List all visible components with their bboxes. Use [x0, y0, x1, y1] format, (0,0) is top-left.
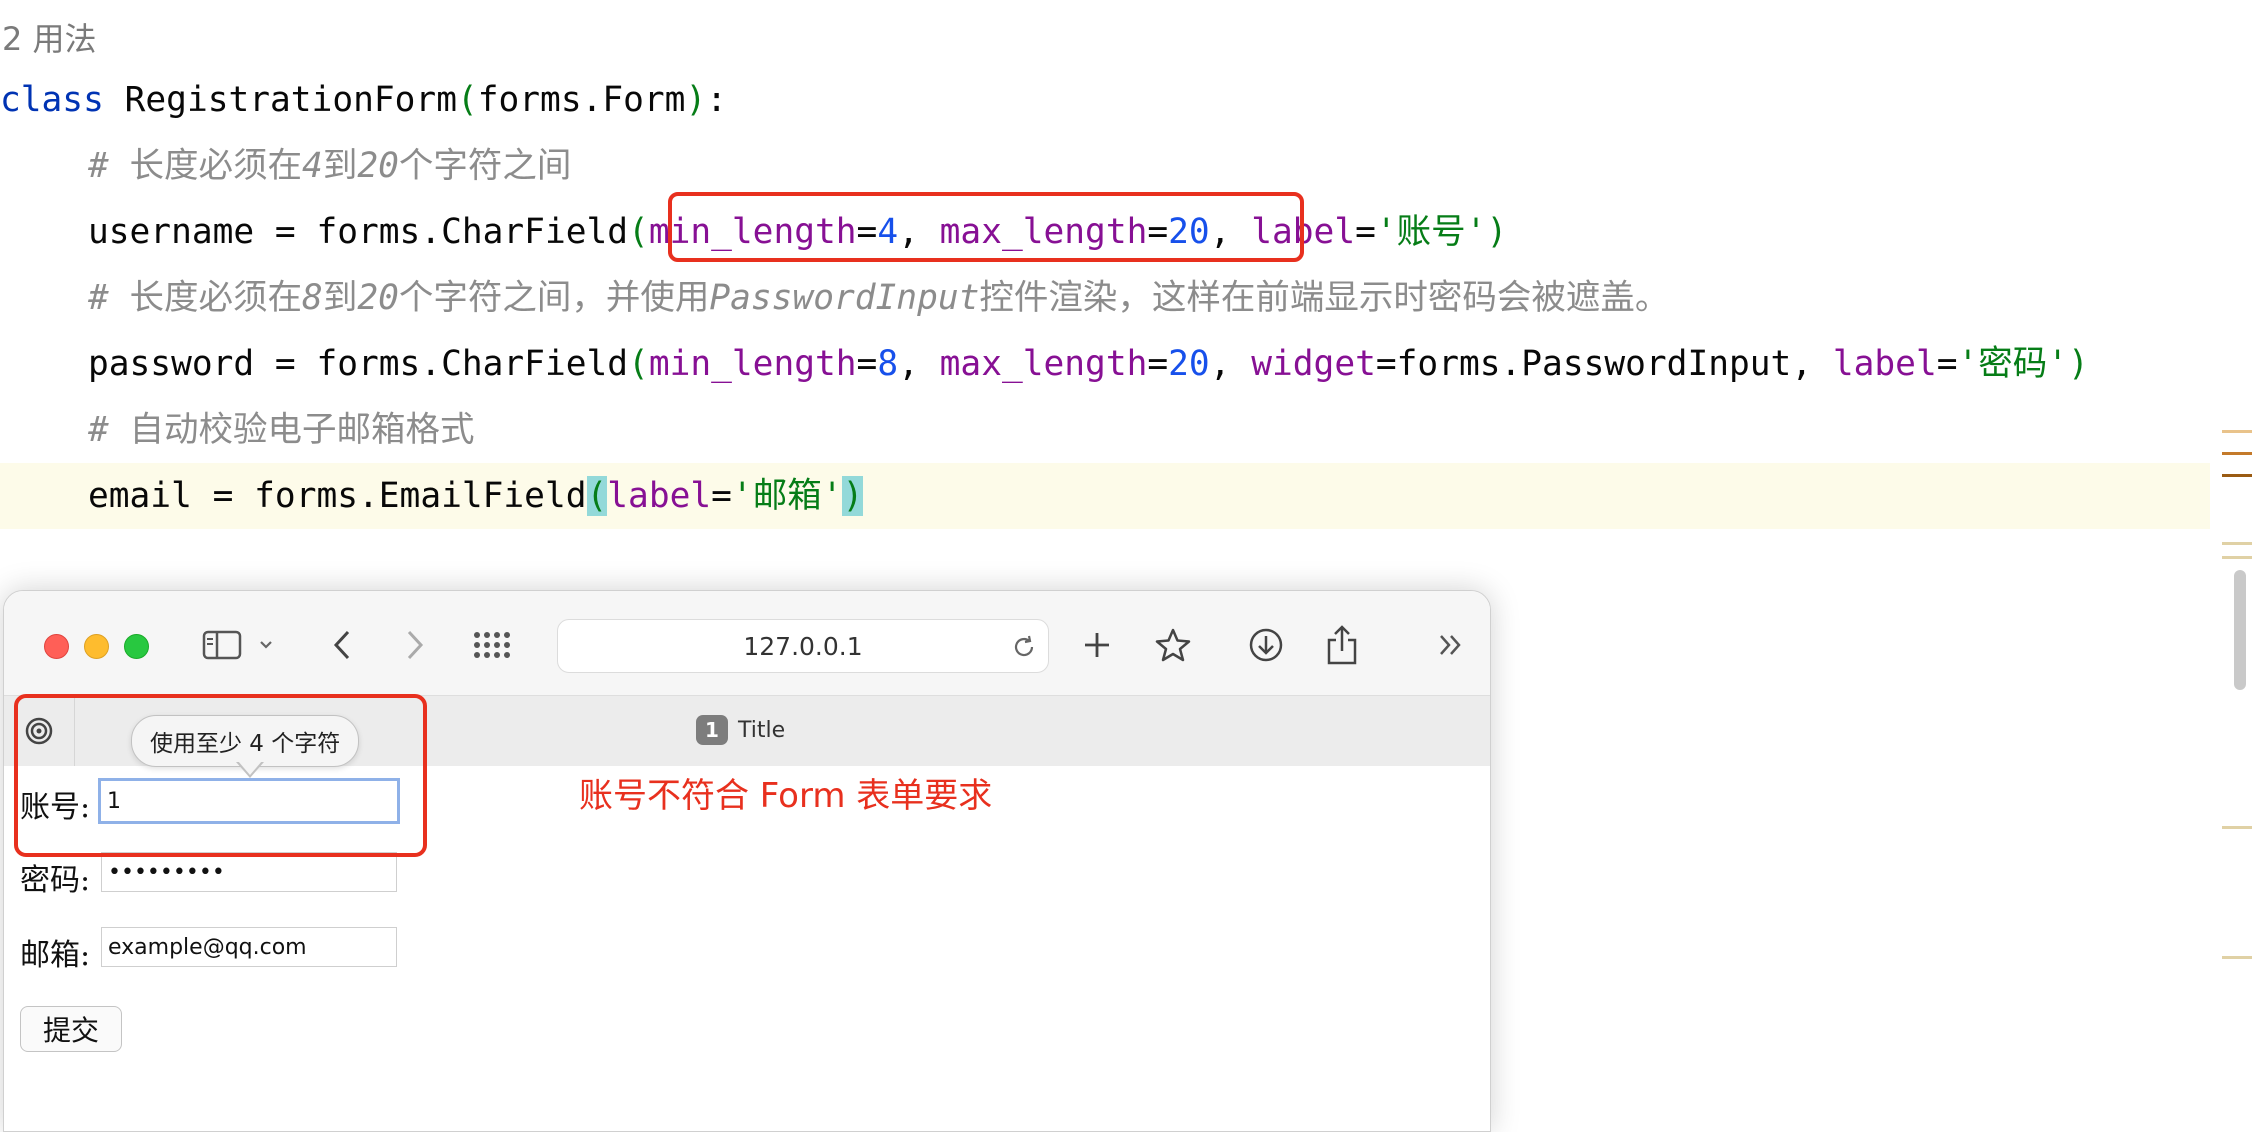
usages-hint[interactable]: 2 用法: [2, 14, 97, 60]
username-error-highlight-box: [14, 694, 427, 857]
keyword-class: class: [0, 80, 104, 120]
tab-active[interactable]: 1 Title: [696, 712, 785, 748]
paren-open: (: [628, 344, 649, 384]
paren-open-highlighted: (: [586, 476, 608, 516]
comment-text: 控件渲染，这样在前端显示时密码会被遮盖。: [979, 278, 1670, 318]
paren-close: ): [685, 80, 707, 120]
colon: :: [706, 80, 728, 120]
param-label: label: [1832, 344, 1937, 384]
gutter-mark[interactable]: [2222, 430, 2252, 433]
separator: ,: [1791, 344, 1833, 384]
email-assignment: email = forms.EmailField: [88, 476, 587, 516]
value-label: '密码': [1957, 344, 2069, 384]
paren-open: (: [628, 212, 649, 252]
download-icon[interactable]: [1246, 621, 1286, 669]
comment-number: 4: [302, 146, 323, 186]
share-icon[interactable]: [1322, 621, 1362, 669]
forward-icon[interactable]: [400, 621, 430, 669]
minimize-window-button[interactable]: [84, 634, 109, 659]
comment-number: 20: [357, 278, 399, 318]
comment-hash: #: [88, 278, 130, 318]
code-line-comment-username[interactable]: # 长度必须在4到20个字符之间: [88, 133, 571, 199]
email-label: 邮箱:: [20, 938, 91, 973]
paren-close-highlighted: ): [842, 476, 864, 516]
paren-close: ): [1486, 212, 1508, 252]
equals: =: [1375, 344, 1397, 384]
equals: =: [711, 476, 732, 516]
reload-icon[interactable]: [1010, 633, 1038, 667]
equals: =: [1355, 212, 1376, 252]
new-tab-plus-icon[interactable]: [1077, 621, 1117, 669]
gutter-mark[interactable]: [2222, 474, 2252, 477]
value-label: '账号': [1375, 212, 1487, 252]
code-line-comment-email[interactable]: # 自动校验电子邮箱格式: [88, 397, 475, 463]
close-window-button[interactable]: [44, 634, 69, 659]
comment-text: 长度必须在: [129, 146, 303, 186]
username-assignment: username = forms.CharField: [88, 212, 629, 252]
code-line-email[interactable]: email = forms.EmailField(label='邮箱'): [0, 463, 2210, 529]
comment-number: 8: [302, 278, 323, 318]
param-label: label: [607, 476, 712, 516]
address-text: 127.0.0.1: [743, 631, 863, 661]
tab-overview-grid-icon[interactable]: [472, 621, 512, 669]
comment-number: 20: [357, 146, 399, 186]
address-bar[interactable]: 127.0.0.1: [557, 619, 1049, 673]
sidebar-toggle-icon[interactable]: [200, 621, 244, 669]
error-annotation: 账号不符合 Form 表单要求: [579, 776, 993, 816]
equals: =: [1936, 344, 1958, 384]
value-label: '邮箱': [731, 476, 843, 516]
separator: ,: [1209, 344, 1252, 384]
comment-text: 长度必须在: [129, 278, 303, 318]
param-min-length: min_length: [648, 344, 857, 384]
comment-text: 到: [322, 278, 358, 318]
base-class: forms.Form: [477, 80, 686, 120]
paren-open: (: [456, 80, 478, 120]
password-input[interactable]: •••••••••: [101, 852, 397, 892]
email-input[interactable]: example@qq.com: [101, 927, 397, 967]
comment-text: 个字符之间，并使用: [398, 278, 710, 318]
back-icon[interactable]: [327, 621, 357, 669]
zoom-window-button[interactable]: [124, 634, 149, 659]
browser-toolbar: 127.0.0.1: [4, 591, 1490, 695]
class-name: RegistrationForm: [103, 80, 457, 120]
more-chevrons-icon[interactable]: [1434, 621, 1468, 669]
equals: =: [856, 344, 878, 384]
code-line-password[interactable]: password = forms.CharField(min_length=8,…: [88, 331, 2089, 397]
comment-text: 个字符之间: [398, 146, 572, 186]
comment-widget-name: PasswordInput: [709, 278, 980, 318]
comment-text: 到: [322, 146, 358, 186]
chevron-down-icon[interactable]: [256, 621, 276, 669]
param-widget: widget: [1251, 344, 1376, 384]
password-label: 密码:: [20, 863, 91, 898]
value-min-length: 8: [877, 344, 899, 384]
equals: =: [1147, 344, 1169, 384]
code-line-class-def[interactable]: class RegistrationForm(forms.Form):: [0, 67, 727, 133]
value-widget: forms.PasswordInput: [1396, 344, 1792, 384]
gutter-mark[interactable]: [2222, 542, 2252, 545]
browser-window[interactable]: 127.0.0.1 1 Title 账号: 1 密码: ••••••••• 邮箱…: [3, 590, 1491, 1132]
tab-count-badge: 1: [696, 715, 728, 745]
gutter-mark[interactable]: [2222, 956, 2252, 959]
comment-text: 自动校验电子邮箱格式: [129, 410, 475, 450]
gutter-mark[interactable]: [2222, 556, 2252, 559]
comment-hash: #: [88, 410, 130, 450]
code-line-comment-password[interactable]: # 长度必须在8到20个字符之间，并使用PasswordInput控件渲染，这样…: [88, 265, 1669, 331]
gutter-mark[interactable]: [2222, 452, 2252, 455]
editor-scrollbar[interactable]: [2234, 570, 2246, 690]
comment-hash: #: [88, 146, 130, 186]
gutter-mark[interactable]: [2222, 826, 2252, 829]
username-params-highlight-box: [668, 192, 1304, 262]
value-max-length: 20: [1168, 344, 1210, 384]
bookmark-star-icon[interactable]: [1151, 621, 1195, 669]
tab-title: Title: [738, 717, 786, 743]
password-assignment: password = forms.CharField: [88, 344, 629, 384]
submit-button[interactable]: 提交: [20, 1006, 122, 1052]
paren-close: ): [2068, 344, 2089, 384]
separator: ,: [898, 344, 940, 384]
param-max-length: max_length: [939, 344, 1148, 384]
